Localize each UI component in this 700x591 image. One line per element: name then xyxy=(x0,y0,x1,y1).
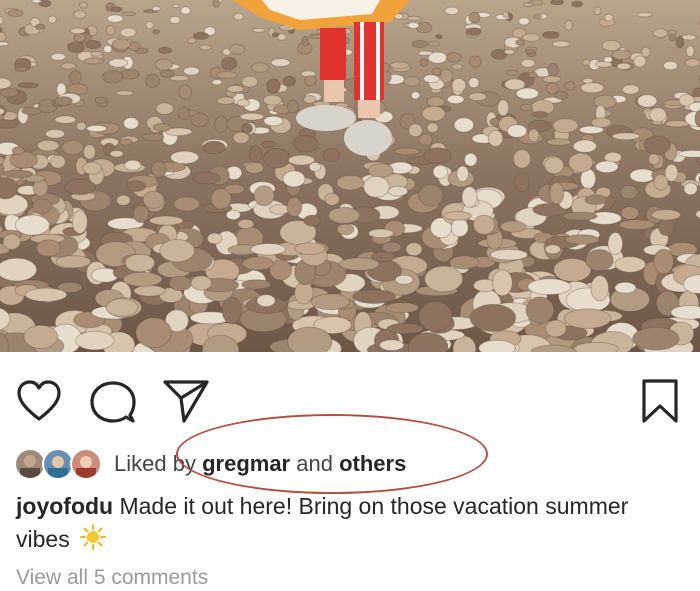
paper-plane-icon[interactable] xyxy=(162,378,210,424)
view-all-comments-link[interactable]: View all 5 comments xyxy=(16,566,208,590)
sun-emoji-icon xyxy=(80,524,107,559)
post-actions xyxy=(0,352,700,442)
avatar xyxy=(70,448,102,480)
likes-conjunction: and xyxy=(296,451,333,476)
liker-avatars[interactable] xyxy=(12,446,112,482)
comment-bubble-icon[interactable] xyxy=(90,380,136,424)
post-caption: joyofodu Made it out here! Bring on thos… xyxy=(16,490,676,559)
bookmark-icon[interactable] xyxy=(640,378,680,424)
caption-username[interactable]: joyofodu xyxy=(16,493,113,519)
liker-username[interactable]: gregmar xyxy=(202,451,290,476)
likes-prefix: Liked by xyxy=(114,451,196,476)
likes-row: Liked by gregmar and others xyxy=(12,446,672,482)
heart-icon[interactable] xyxy=(16,380,62,422)
post-photo[interactable] xyxy=(0,0,700,352)
likes-others-link[interactable]: others xyxy=(339,451,406,476)
likes-summary[interactable]: Liked by gregmar and others xyxy=(114,451,406,477)
